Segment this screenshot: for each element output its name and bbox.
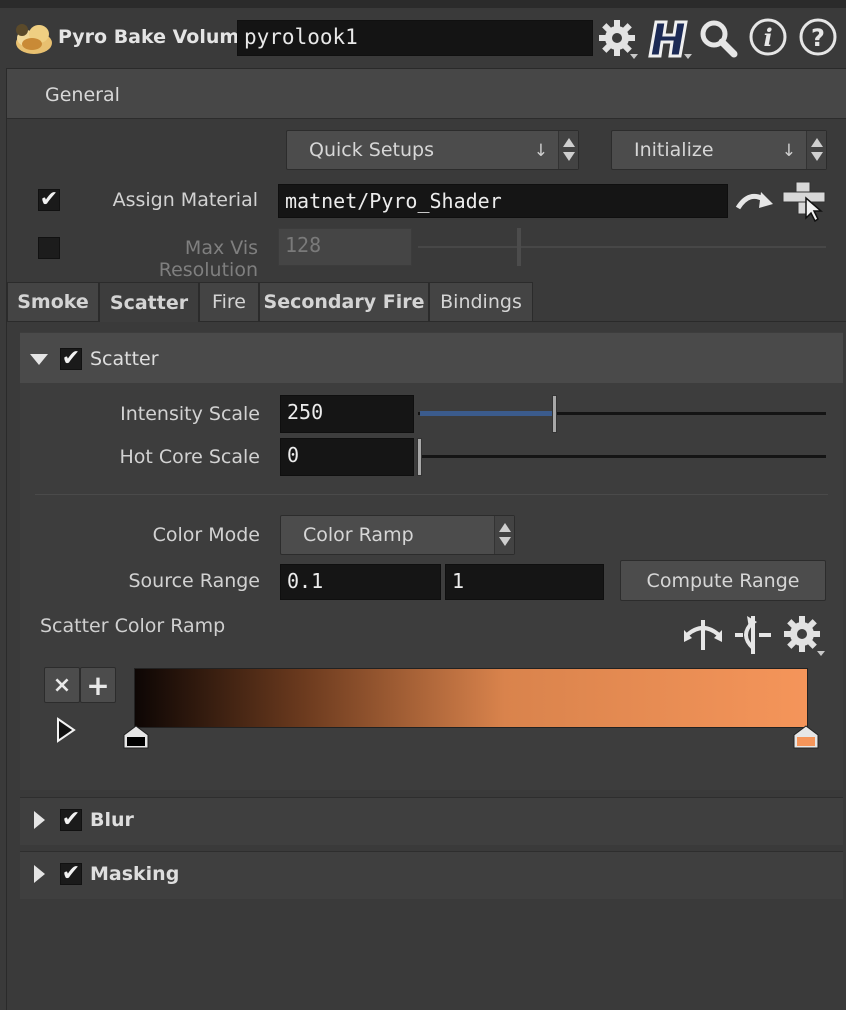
color-ramp-bar[interactable] bbox=[134, 668, 808, 728]
color-mode-menu[interactable]: Color Ramp bbox=[280, 515, 515, 555]
color-mode-label: Color Mode bbox=[152, 524, 260, 546]
down-arrow-icon: ↓ bbox=[781, 141, 796, 161]
max-vis-resolution-field[interactable]: 128 bbox=[278, 228, 412, 266]
svg-text:i: i bbox=[763, 23, 772, 52]
max-vis-resolution-slider-handle[interactable] bbox=[517, 228, 521, 266]
folder-tab-general[interactable] bbox=[7, 69, 846, 119]
hot-core-scale-slider-track[interactable] bbox=[418, 455, 826, 458]
hot-core-scale-slider-handle[interactable] bbox=[417, 438, 422, 476]
intensity-scale-slider-handle[interactable] bbox=[552, 395, 557, 433]
svg-text:?: ? bbox=[811, 24, 825, 52]
folder-tab-general-label: General bbox=[45, 84, 120, 106]
color-mode-value: Color Ramp bbox=[303, 524, 414, 546]
ramp-gear-icon[interactable] bbox=[780, 612, 828, 660]
ramp-key-end-marker[interactable] bbox=[792, 724, 820, 750]
separator-line bbox=[35, 494, 828, 495]
source-range-label: Source Range bbox=[128, 570, 260, 592]
remove-key-button[interactable]: × bbox=[44, 667, 80, 703]
search-icon[interactable] bbox=[698, 18, 740, 60]
help-icon[interactable]: ? bbox=[798, 18, 838, 58]
tab-smoke[interactable]: Smoke bbox=[7, 282, 99, 322]
blur-section-title: Blur bbox=[90, 809, 134, 831]
pyro-node-icon bbox=[16, 24, 52, 54]
compute-range-button[interactable]: Compute Range bbox=[620, 560, 826, 601]
scatter-enable-checkbox[interactable]: ✔ bbox=[60, 348, 82, 370]
menu-spinner-icon bbox=[494, 516, 514, 554]
tab-secondary-fire[interactable]: Secondary Fire bbox=[259, 282, 429, 322]
add-key-button[interactable]: + bbox=[80, 667, 116, 703]
blur-section-header[interactable] bbox=[20, 797, 843, 845]
assign-material-label: Assign Material bbox=[112, 189, 258, 211]
ramp-mirror-horizontal-icon[interactable] bbox=[682, 616, 724, 654]
blur-enable-checkbox[interactable]: ✔ bbox=[60, 809, 82, 831]
source-range-min-field[interactable]: 0.1 bbox=[280, 564, 441, 600]
tab-bar: Smoke Scatter Fire Secondary Fire Bindin… bbox=[7, 282, 846, 322]
intensity-scale-label: Intensity Scale bbox=[120, 403, 260, 425]
initialize-label: Initialize bbox=[634, 139, 714, 161]
expand-triangle-icon[interactable] bbox=[34, 811, 45, 829]
tab-fire[interactable]: Fire bbox=[199, 282, 259, 322]
hot-core-scale-label: Hot Core Scale bbox=[119, 446, 260, 468]
hot-core-scale-field[interactable]: 0 bbox=[280, 438, 414, 476]
masking-section-title: Masking bbox=[90, 863, 180, 885]
max-vis-resolution-checkbox[interactable] bbox=[38, 237, 60, 259]
intensity-scale-field[interactable]: 250 bbox=[280, 395, 414, 433]
node-name-input[interactable]: pyrolook1 bbox=[237, 20, 593, 56]
assign-material-field[interactable]: matnet/Pyro_Shader bbox=[278, 184, 728, 218]
max-vis-resolution-label: Max Vis Resolution bbox=[158, 237, 258, 281]
quick-setups-label: Quick Setups bbox=[309, 139, 434, 161]
houdini-h-icon[interactable] bbox=[646, 18, 694, 62]
info-icon[interactable]: i bbox=[748, 18, 788, 58]
tab-bindings[interactable]: Bindings bbox=[429, 282, 533, 322]
ramp-flip-icon[interactable] bbox=[733, 614, 773, 656]
masking-enable-checkbox[interactable]: ✔ bbox=[60, 863, 82, 885]
ramp-key-start-marker[interactable] bbox=[122, 724, 150, 750]
intensity-scale-slider-fill bbox=[420, 411, 555, 416]
max-vis-resolution-slider-track[interactable] bbox=[418, 246, 826, 248]
scatter-color-ramp-label: Scatter Color Ramp bbox=[40, 615, 226, 637]
menu-spinner-icon bbox=[806, 131, 826, 169]
assign-material-checkbox[interactable]: ✔ bbox=[38, 189, 60, 211]
top-toolbar-strip bbox=[0, 0, 846, 8]
collapse-triangle-icon[interactable] bbox=[30, 354, 48, 365]
expand-triangle-icon[interactable] bbox=[34, 865, 45, 883]
operator-chooser-icon[interactable] bbox=[780, 180, 828, 222]
initialize-menu[interactable]: Initialize ↓ bbox=[611, 130, 827, 170]
jump-to-operator-icon[interactable] bbox=[735, 186, 775, 218]
gear-icon[interactable] bbox=[596, 18, 642, 62]
quick-setups-menu[interactable]: Quick Setups ↓ bbox=[286, 130, 579, 170]
down-arrow-icon: ↓ bbox=[533, 141, 548, 161]
menu-spinner-icon bbox=[558, 131, 578, 169]
tab-scatter[interactable]: Scatter bbox=[99, 282, 199, 322]
source-range-max-field[interactable]: 1 bbox=[445, 564, 604, 600]
scatter-section-title: Scatter bbox=[90, 348, 159, 370]
node-type-label: Pyro Bake Volume bbox=[58, 26, 253, 48]
ramp-expand-play-icon[interactable] bbox=[55, 717, 77, 743]
